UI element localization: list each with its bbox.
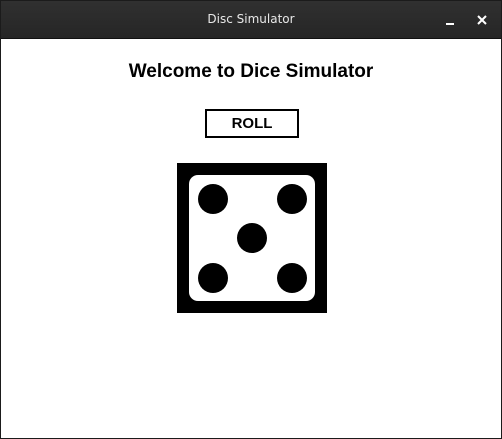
- minimize-button[interactable]: [441, 11, 459, 29]
- die-image: [177, 163, 327, 313]
- die-pip: [198, 184, 228, 214]
- die-face: [189, 175, 315, 301]
- page-title: Welcome to Dice Simulator: [128, 61, 374, 82]
- main-content: Welcome to Dice Simulator ROLL: [1, 39, 501, 438]
- roll-button[interactable]: ROLL: [205, 109, 299, 138]
- die-pip: [277, 184, 307, 214]
- die-pip: [237, 223, 267, 253]
- app-window: Disc Simulator Welcome to Dice Simulator…: [0, 0, 502, 439]
- close-icon: [477, 15, 487, 25]
- window-title: Disc Simulator: [207, 12, 295, 26]
- minimize-icon: [446, 23, 454, 25]
- close-button[interactable]: [473, 11, 491, 29]
- die-pip: [277, 263, 307, 293]
- title-bar[interactable]: Disc Simulator: [1, 1, 501, 39]
- die-pip: [198, 263, 228, 293]
